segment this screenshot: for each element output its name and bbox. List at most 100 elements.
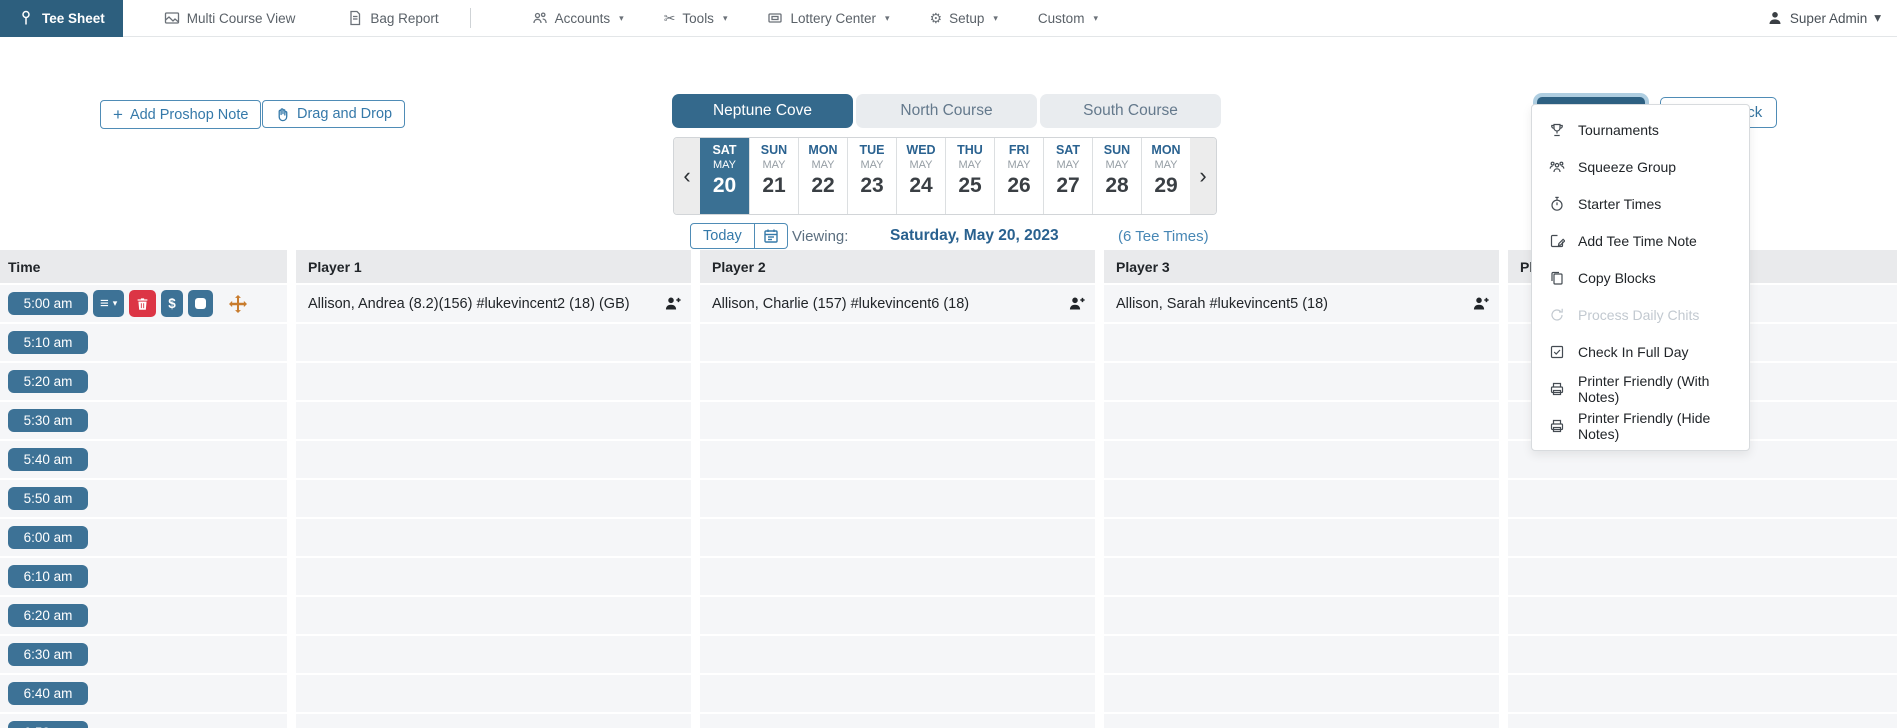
menu-item-printer-friendly-hide-notes[interactable]: Printer Friendly (Hide Notes) [1532, 407, 1749, 444]
player-cell[interactable] [296, 324, 691, 361]
date-cell-may-21[interactable]: SUN MAY 21 [749, 138, 798, 214]
player-cell[interactable] [1508, 519, 1897, 556]
player-cell[interactable] [700, 402, 1095, 439]
player-cell[interactable] [1104, 675, 1499, 712]
add-player-button[interactable] [1068, 295, 1085, 312]
player-cell[interactable] [296, 441, 691, 478]
date-cell-may-26[interactable]: FRI MAY 26 [994, 138, 1043, 214]
date-cell-may-22[interactable]: MON MAY 22 [798, 138, 847, 214]
player-cell[interactable] [1104, 636, 1499, 673]
tee-time-button[interactable]: 5:40 am [8, 448, 88, 471]
tee-time-button[interactable]: 6:00 am [8, 526, 88, 549]
player-cell[interactable] [296, 480, 691, 517]
player-cell[interactable] [700, 324, 1095, 361]
player-cell[interactable] [700, 519, 1095, 556]
tee-time-button[interactable]: 6:40 am [8, 682, 88, 705]
player-cell[interactable] [1104, 441, 1499, 478]
course-tab-north-course[interactable]: North Course [856, 94, 1037, 128]
tee-times-count[interactable]: (6 Tee Times) [1118, 228, 1209, 245]
menu-item-check-in-full-day[interactable]: Check In Full Day [1532, 333, 1749, 370]
player-cell[interactable] [296, 675, 691, 712]
player-cell[interactable] [296, 597, 691, 634]
player-cell[interactable] [1104, 714, 1499, 728]
delete-tee-time-button[interactable] [129, 290, 157, 317]
player-cell[interactable] [296, 363, 691, 400]
player-cell[interactable] [296, 558, 691, 595]
row-menu-button[interactable]: ≡ ▾ [93, 290, 125, 317]
tee-time-button[interactable]: 5:10 am [8, 331, 88, 354]
date-cell-may-24[interactable]: WED MAY 24 [896, 138, 945, 214]
player-cell[interactable] [1104, 480, 1499, 517]
menu-item-printer-friendly-with-notes[interactable]: Printer Friendly (With Notes) [1532, 370, 1749, 407]
add-player-button[interactable] [1472, 295, 1489, 312]
player-cell[interactable] [1508, 636, 1897, 673]
nav-bag-report[interactable]: Bag Report [334, 0, 451, 37]
player-cell[interactable] [1104, 558, 1499, 595]
nav-custom[interactable]: Custom ▾ [1025, 0, 1111, 37]
date-cell-may-27[interactable]: SAT MAY 27 [1043, 138, 1092, 214]
add-proshop-note-button[interactable]: + Add Proshop Note [100, 100, 262, 129]
player-cell[interactable] [700, 675, 1095, 712]
player-cell[interactable] [700, 363, 1095, 400]
player-cell[interactable] [700, 636, 1095, 673]
date-cell-may-29[interactable]: MON MAY 29 [1141, 138, 1190, 214]
date-cell-may-23[interactable]: TUE MAY 23 [847, 138, 896, 214]
tee-time-button[interactable]: 5:30 am [8, 409, 88, 432]
player-cell[interactable] [296, 714, 691, 728]
add-player-button[interactable] [664, 295, 681, 312]
player-cell[interactable] [296, 636, 691, 673]
player-cell[interactable] [1508, 675, 1897, 712]
today-button[interactable]: Today [690, 223, 755, 249]
block-square-button[interactable] [187, 290, 213, 317]
player-cell[interactable] [1104, 519, 1499, 556]
player-cell[interactable] [1508, 558, 1897, 595]
nav-accounts[interactable]: Accounts ▾ [519, 0, 637, 37]
carousel-next-button[interactable]: › [1190, 138, 1216, 214]
move-row-handle[interactable] [228, 294, 247, 313]
nav-tab-tee-sheet[interactable]: Tee Sheet [0, 0, 123, 37]
course-tab-neptune-cove[interactable]: Neptune Cove [672, 94, 853, 128]
drag-and-drop-button[interactable]: Drag and Drop [262, 100, 406, 128]
menu-item-squeeze-group[interactable]: Squeeze Group [1532, 148, 1749, 185]
nav-user-menu[interactable]: Super Admin ▾ [1751, 10, 1897, 26]
player-cell[interactable] [700, 480, 1095, 517]
tee-time-button[interactable]: 5:50 am [8, 487, 88, 510]
menu-item-starter-times[interactable]: Starter Times [1532, 185, 1749, 222]
course-tab-south-course[interactable]: South Course [1040, 94, 1221, 128]
date-cell-may-20[interactable]: SAT MAY 20 [700, 138, 749, 214]
player-cell[interactable] [700, 714, 1095, 728]
player-cell[interactable] [700, 558, 1095, 595]
date-cell-may-25[interactable]: THU MAY 25 [945, 138, 994, 214]
player-cell[interactable] [700, 441, 1095, 478]
calendar-picker-button[interactable] [754, 223, 788, 249]
player-cell[interactable] [1508, 597, 1897, 634]
nav-tools[interactable]: ✂ Tools ▾ [651, 0, 741, 37]
player-cell[interactable]: Allison, Andrea (8.2)(156) #lukevincent2… [296, 285, 691, 322]
player-cell[interactable] [1104, 363, 1499, 400]
tee-time-button[interactable]: 6:10 am [8, 565, 88, 588]
player-cell[interactable] [296, 519, 691, 556]
player-cell[interactable] [700, 597, 1095, 634]
player-cell[interactable] [1508, 714, 1897, 728]
nav-lottery-center[interactable]: Lottery Center ▾ [754, 0, 902, 37]
tee-time-button[interactable]: 6:50 am [8, 721, 88, 728]
player-cell[interactable]: Allison, Sarah #lukevincent5 (18) [1104, 285, 1499, 322]
tee-time-button[interactable]: 6:20 am [8, 604, 88, 627]
player-cell[interactable]: Allison, Charlie (157) #lukevincent6 (18… [700, 285, 1095, 322]
player-cell[interactable] [1508, 480, 1897, 517]
menu-item-process-daily-chits[interactable]: Process Daily Chits [1532, 296, 1749, 333]
payment-button[interactable]: $ [161, 290, 183, 317]
nav-setup[interactable]: ⚙ Setup ▾ [917, 0, 1011, 37]
tee-time-button[interactable]: 5:00 am [8, 292, 88, 315]
menu-item-copy-blocks[interactable]: Copy Blocks [1532, 259, 1749, 296]
player-cell[interactable] [296, 402, 691, 439]
player-cell[interactable] [1104, 402, 1499, 439]
nav-multi-course-view[interactable]: Multi Course View [151, 0, 309, 37]
player-cell[interactable] [1104, 597, 1499, 634]
date-cell-may-28[interactable]: SUN MAY 28 [1092, 138, 1141, 214]
carousel-prev-button[interactable]: ‹ [674, 138, 700, 214]
menu-item-tournaments[interactable]: Tournaments [1532, 111, 1749, 148]
player-cell[interactable] [1104, 324, 1499, 361]
tee-time-button[interactable]: 5:20 am [8, 370, 88, 393]
menu-item-add-tee-time-note[interactable]: Add Tee Time Note [1532, 222, 1749, 259]
